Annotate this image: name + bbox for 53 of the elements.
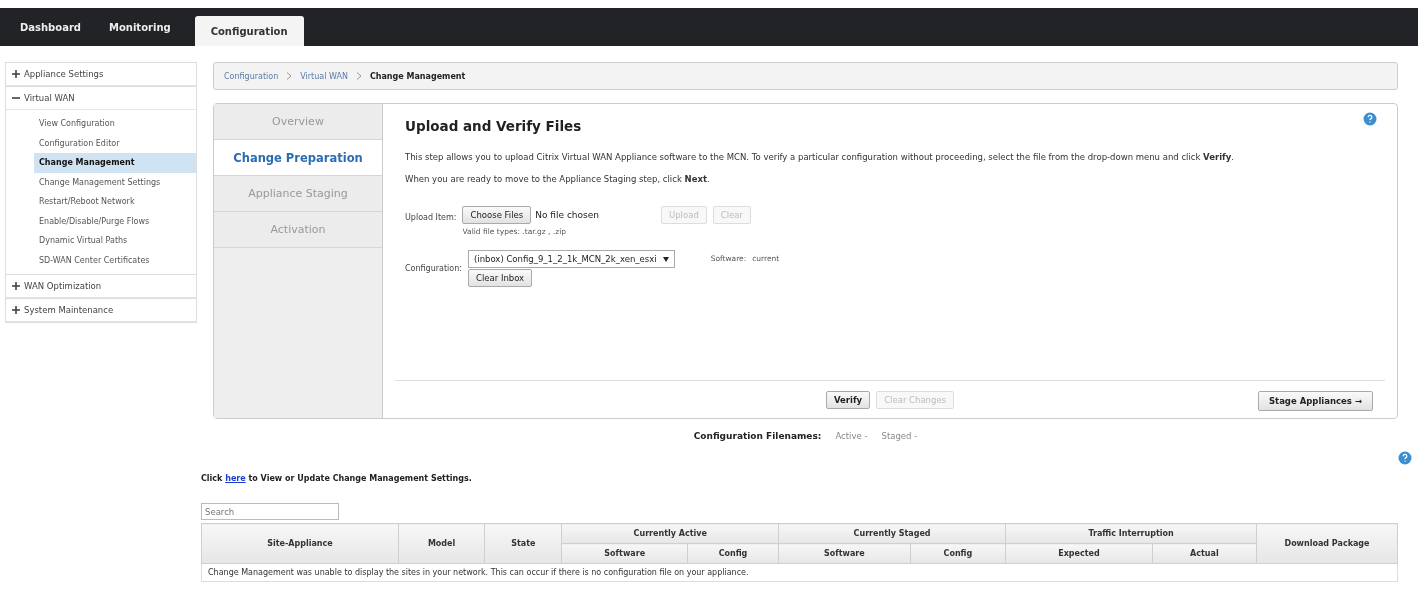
minus-icon[interactable] — [12, 94, 20, 102]
file-status: No file chosen — [535, 210, 599, 220]
plus-icon[interactable] — [12, 282, 20, 290]
chevron-icon — [286, 72, 293, 80]
column-group-header: Traffic Interruption — [1005, 523, 1257, 544]
sidebar-item[interactable]: View Configuration — [34, 114, 196, 134]
breadcrumb-link[interactable]: Virtual WAN — [300, 71, 348, 81]
stage-appliances-button[interactable]: Stage Appliances → — [1257, 391, 1373, 411]
wizard-step[interactable]: Change Preparation — [214, 140, 382, 176]
column-header: Download Package — [1256, 523, 1398, 564]
sidebar-item[interactable]: Change Management Settings — [34, 172, 196, 192]
configuration-select[interactable]: (inbox) Config_9_1_2_1k_MCN_2k_xen_esxi — [467, 250, 675, 268]
sidebar-section[interactable]: Virtual WAN — [6, 86, 196, 110]
configuration-label: Configuration: — [405, 264, 462, 273]
sidebar-section[interactable]: System Maintenance — [6, 298, 196, 322]
sidebar-item[interactable]: Dynamic Virtual Paths — [34, 231, 196, 251]
column-header: State — [484, 523, 562, 564]
chevron-icon — [355, 72, 362, 80]
breadcrumb-current: Change Management — [369, 71, 466, 81]
instruction-text: When you are ready to move to the Appliance Staging step, click Next. — [405, 174, 711, 184]
column-group-header: Currently Staged — [778, 523, 1006, 544]
filenames-label: Configuration Filenames: — [693, 431, 822, 441]
help-icon[interactable] — [1398, 451, 1412, 465]
column-header: Site-Appliance — [201, 523, 399, 564]
nav-tab[interactable]: Configuration — [194, 16, 304, 46]
column-group-header: Currently Active — [561, 523, 779, 544]
sidebar-item[interactable]: Enable/Disable/Purge Flows — [34, 211, 196, 231]
staged-filename: Staged - — [881, 431, 918, 441]
sidebar-section[interactable]: Appliance Settings — [6, 62, 196, 86]
nav-tab[interactable]: Dashboard — [6, 8, 95, 46]
upload-label: Upload Item: — [405, 213, 457, 222]
sidebar-item[interactable]: Configuration Editor — [34, 133, 196, 153]
column-header: Model — [398, 523, 485, 564]
section-title: Upload and Verify Files — [405, 118, 582, 134]
search-field[interactable]: Search — [201, 503, 339, 520]
dropdown-icon — [662, 256, 669, 262]
plus-icon[interactable] — [12, 70, 20, 78]
clear-inbox-button[interactable]: Clear Inbox — [467, 269, 533, 287]
sidebar-section[interactable]: WAN Optimization — [6, 274, 196, 298]
footer-button[interactable]: Verify — [825, 390, 871, 409]
sidebar-item[interactable]: Change Management — [34, 153, 196, 173]
nav-tab[interactable]: Monitoring — [95, 8, 185, 46]
breadcrumb-link[interactable]: Configuration — [224, 71, 279, 81]
plus-icon[interactable] — [12, 306, 20, 314]
choose-files-button[interactable]: Choose Files — [462, 206, 532, 224]
instruction-text: This step allows you to upload Citrix Virtual WAN Appliance software to the MCN. To verify a particular configuration without proceeding, select the file from the drop-down menu and click Verify. — [405, 152, 1236, 162]
help-icon[interactable] — [1363, 112, 1377, 126]
settings-link[interactable]: here — [225, 474, 246, 483]
sidebar-item[interactable]: Restart/Reboot Network — [34, 192, 196, 212]
sidebar-item[interactable]: SD-WAN Center Certificates — [34, 250, 196, 270]
active-filename: Active - — [835, 431, 868, 441]
empty-table-message: Change Management was unable to display the sites in your network. This can occur if there is no configuration file on your appliance. — [201, 563, 1398, 582]
settings-link-text: Click here to View or Update Change Management Settings. — [201, 474, 473, 483]
